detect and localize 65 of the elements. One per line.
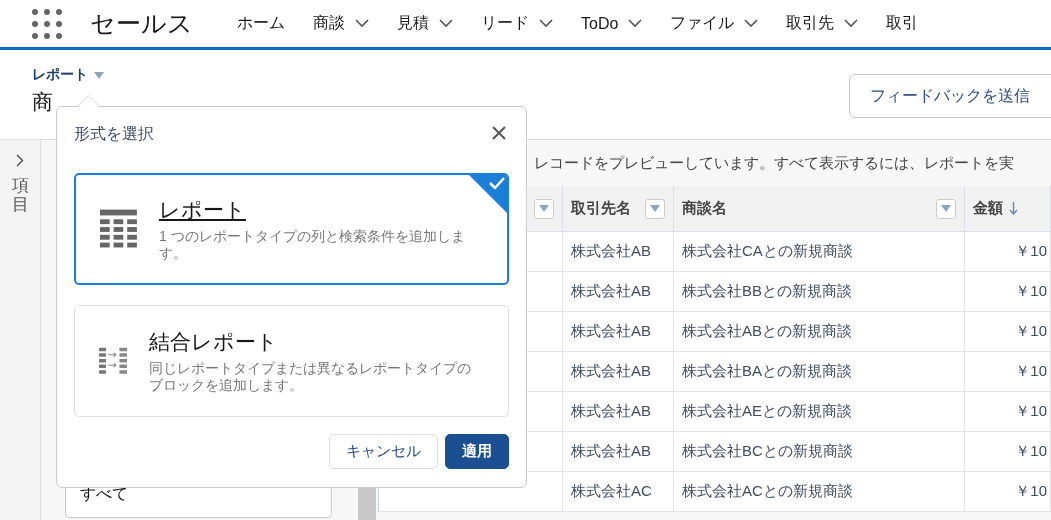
nav-tab[interactable]: ファイル	[656, 13, 773, 34]
apply-button[interactable]: 適用	[445, 434, 509, 469]
table-cell: 株式会社ACとの新規商談	[674, 472, 965, 512]
sidebar-label: 項目	[11, 177, 29, 215]
option-description: 同じレポートタイプまたは異なるレポートタイプのブロックを追加します。	[149, 360, 473, 394]
app-name: セールス	[90, 8, 193, 39]
nav-tab[interactable]: 取引	[872, 13, 933, 34]
nav-tab[interactable]: ToDo	[567, 14, 657, 33]
cancel-button[interactable]: キャンセル	[329, 434, 438, 469]
table-cell: 株式会社AB	[563, 312, 674, 352]
table-cell: ￥10	[965, 232, 1051, 272]
table-cell: 株式会社BAとの新規商談	[674, 352, 965, 392]
nav-tab[interactable]: ホーム	[223, 13, 299, 34]
triangle-down-icon	[941, 205, 951, 212]
nav-tab[interactable]: 取引先	[772, 13, 873, 34]
breadcrumb-link[interactable]: レポート	[32, 66, 104, 84]
table-cell: 株式会社ABとの新規商談	[674, 312, 965, 352]
feedback-button[interactable]: フィードバックを送信	[849, 74, 1051, 118]
table-cell: ￥10	[965, 272, 1051, 312]
triangle-down-icon	[650, 205, 660, 212]
report-title: 商	[32, 89, 53, 115]
table-cell: ￥10	[965, 432, 1051, 472]
table-cell: 株式会社AC	[563, 472, 674, 512]
table-cell: 株式会社AEとの新規商談	[674, 392, 965, 432]
option-title: 結合レポート	[149, 329, 279, 356]
chevron-right-icon[interactable]	[16, 154, 24, 167]
preview-notice: レコードをプレビューしています。すべて表示するには、レポートを実	[534, 153, 1014, 173]
table-icon	[100, 209, 137, 249]
option-description: 1 つのレポートタイプの列と検索条件を追加します。	[158, 228, 466, 262]
column-header: 取引先名	[563, 186, 674, 232]
table-cell: ￥10	[965, 392, 1051, 432]
table-cell: 株式会社BCとの新規商談	[674, 432, 965, 472]
app-launcher-icon[interactable]	[32, 8, 62, 39]
format-option[interactable]: 結合レポート 同じレポートタイプまたは異なるレポートタイプのブロックを追加します。	[74, 305, 509, 417]
table-cell: 株式会社AB	[563, 392, 674, 432]
sort-down-arrow-icon[interactable]	[1009, 202, 1018, 215]
chevron-down-icon[interactable]	[628, 19, 643, 28]
popover-title: 形式を選択	[74, 123, 154, 144]
chevron-down-icon[interactable]	[539, 19, 553, 28]
nav-tab[interactable]: リード	[467, 13, 567, 34]
table-cell: 株式会社CAとの新規商談	[674, 232, 965, 272]
table-cell: 株式会社BBとの新規商談	[674, 272, 965, 312]
triangle-down-icon	[94, 71, 104, 79]
table-cell: 株式会社AB	[563, 272, 674, 312]
chevron-down-icon[interactable]	[844, 19, 859, 28]
nav-tab[interactable]: 商談	[299, 13, 383, 34]
nav-tab[interactable]: 見積	[383, 13, 467, 34]
column-filter-button[interactable]	[645, 198, 665, 219]
triangle-down-icon	[539, 205, 549, 212]
table-cell: ￥10	[965, 352, 1051, 392]
table-cell: 株式会社AB	[563, 432, 674, 472]
column-header: 金額	[965, 186, 1051, 232]
table-cell: ￥10	[965, 472, 1051, 512]
column-header: 商談名	[674, 186, 965, 232]
chevron-down-icon[interactable]	[439, 19, 453, 28]
column-filter-button[interactable]	[534, 198, 554, 219]
column-filter-button[interactable]	[936, 198, 956, 219]
table-cell: 株式会社AB	[563, 232, 674, 272]
format-option[interactable]: レポート 1 つのレポートタイプの列と検索条件を追加します。	[74, 173, 509, 285]
chevron-down-icon[interactable]	[355, 19, 369, 28]
chevron-down-icon[interactable]	[744, 19, 759, 28]
check-icon	[468, 175, 507, 214]
table-cell: ￥10	[965, 312, 1051, 352]
option-title: レポート	[158, 197, 246, 224]
table-cell: 株式会社AB	[563, 352, 674, 392]
